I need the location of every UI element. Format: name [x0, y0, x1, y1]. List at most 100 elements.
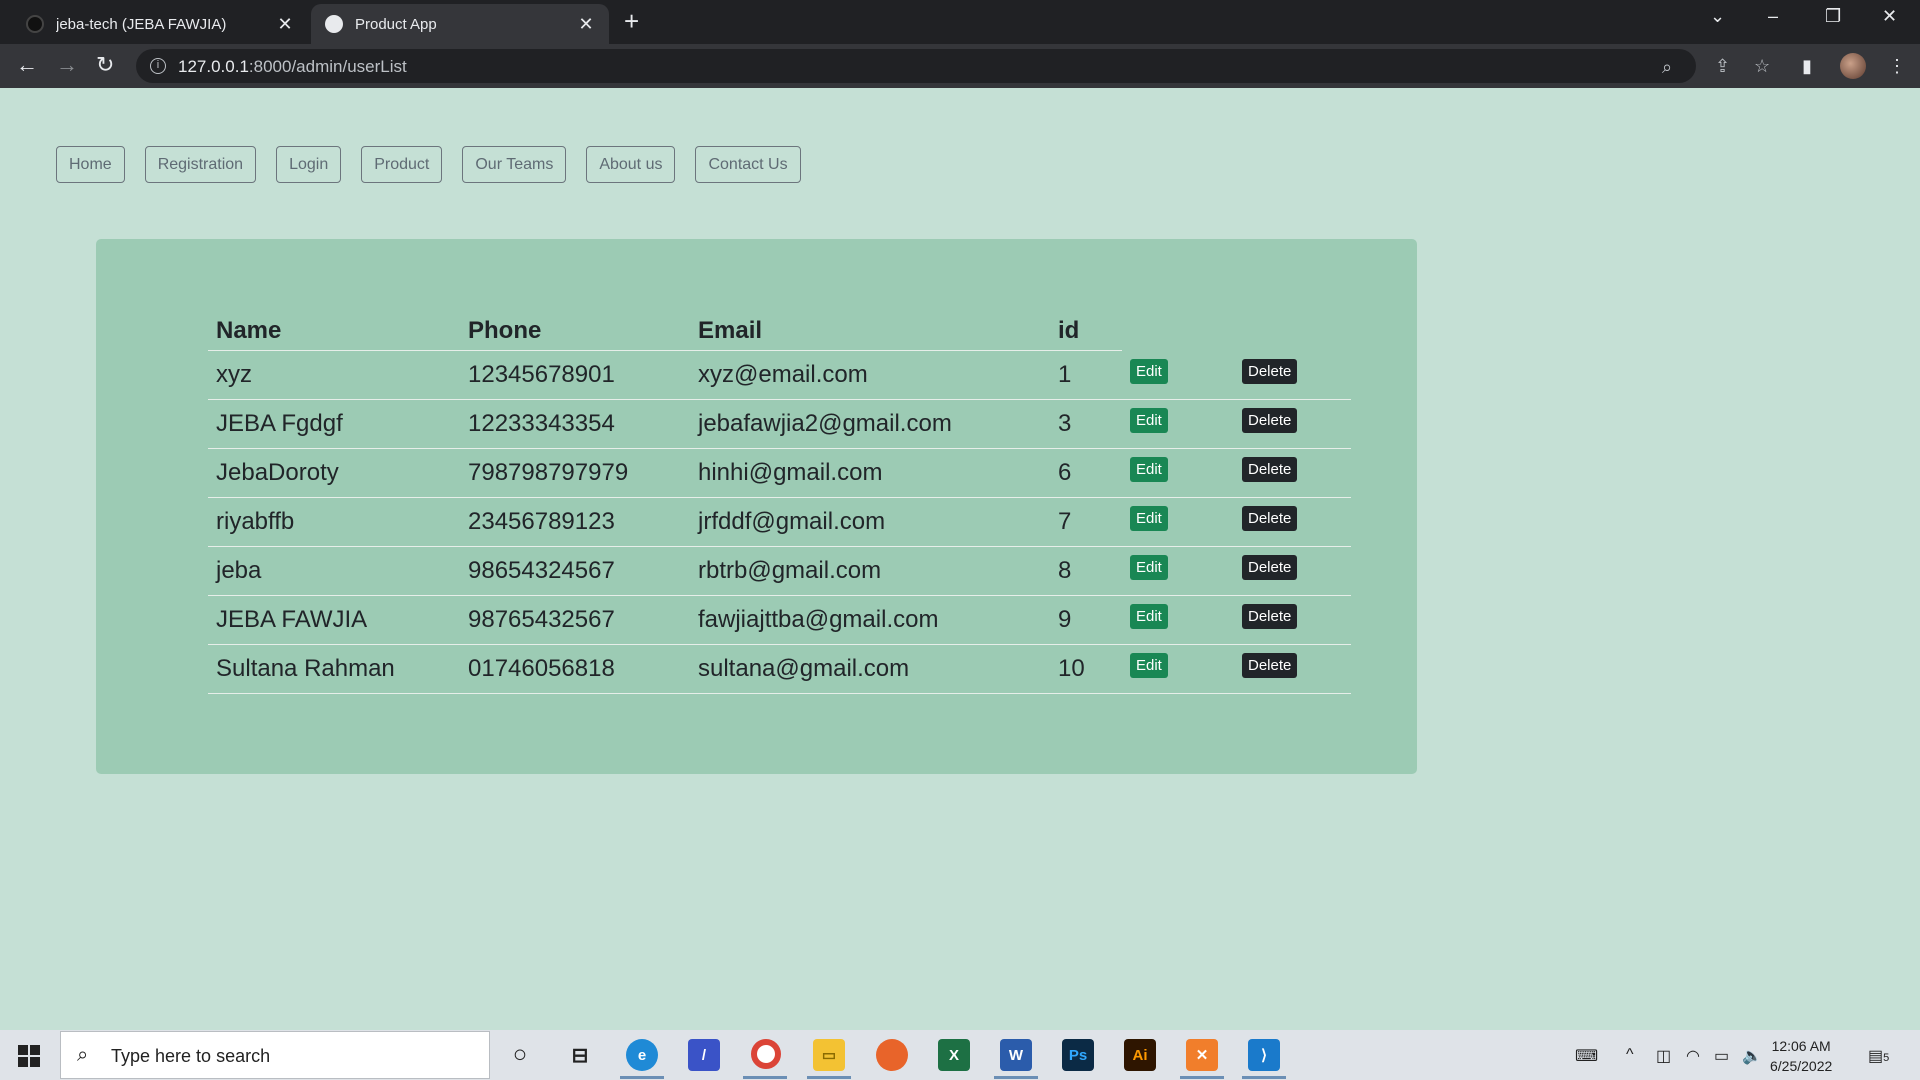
cell-name: JEBA Fgdgf: [208, 399, 460, 449]
cell-email: sultana@gmail.com: [690, 644, 1050, 694]
tray-chevron-icon[interactable]: ^: [1626, 1046, 1634, 1064]
nav-about-us-button[interactable]: About us: [586, 146, 676, 183]
tab-search-icon[interactable]: ⌄: [1710, 6, 1725, 27]
delete-button[interactable]: Delete: [1242, 408, 1298, 433]
wifi-icon[interactable]: ◠: [1686, 1046, 1700, 1066]
cell-edit: Edit: [1122, 644, 1234, 694]
zoom-icon[interactable]: ⌕: [1662, 57, 1672, 78]
cell-name: JEBA FAWJIA: [208, 595, 460, 645]
chrome-icon[interactable]: [751, 1039, 781, 1069]
bookmark-star-icon[interactable]: ☆: [1754, 56, 1770, 77]
edit-button[interactable]: Edit: [1130, 653, 1168, 678]
delete-button[interactable]: Delete: [1242, 604, 1298, 629]
edit-button[interactable]: Edit: [1130, 457, 1168, 482]
cell-id: 10: [1050, 644, 1122, 694]
cell-id: 6: [1050, 448, 1122, 498]
delete-button[interactable]: Delete: [1242, 555, 1298, 580]
chrome-running-indicator: [743, 1076, 787, 1079]
system-clock[interactable]: 12:06 AM 6/25/2022: [1770, 1036, 1832, 1076]
meet-now-icon[interactable]: ◫: [1656, 1046, 1671, 1066]
user-list-card: Name Phone Email id xyz 12345678901 xyz@em…: [96, 239, 1417, 774]
cortana-icon[interactable]: ○: [504, 1039, 536, 1071]
illustrator-icon[interactable]: Ai: [1124, 1039, 1156, 1071]
table-header-row: Name Phone Email id: [208, 304, 1351, 351]
cell-delete: Delete: [1234, 644, 1351, 694]
cell-id: 1: [1050, 350, 1122, 400]
url-text: 127.0.0.1:8000/admin/userList: [178, 57, 407, 77]
word-icon[interactable]: W: [1000, 1039, 1032, 1071]
cell-phone: 12345678901: [460, 350, 690, 400]
edit-button[interactable]: Edit: [1130, 358, 1168, 384]
close-icon[interactable]: ✕: [577, 14, 595, 35]
restore-icon[interactable]: ❐: [1825, 6, 1841, 27]
firefox-icon[interactable]: [876, 1039, 908, 1071]
windows-taskbar: ⌕ Type here to search ○ ⊟ e / ▭ X W Ps A…: [0, 1030, 1920, 1080]
taskbar-search-box[interactable]: ⌕ Type here to search: [60, 1031, 490, 1079]
address-bar[interactable]: i 127.0.0.1:8000/admin/userList ⌕: [136, 49, 1696, 83]
photoshop-icon[interactable]: Ps: [1062, 1039, 1094, 1071]
back-icon[interactable]: ←: [16, 54, 38, 76]
info-icon[interactable]: i: [150, 58, 166, 74]
edit-button[interactable]: Edit: [1130, 408, 1168, 433]
nav-product-button[interactable]: Product: [361, 146, 443, 183]
cell-edit: Edit: [1122, 595, 1234, 645]
edit-button[interactable]: Edit: [1130, 555, 1168, 580]
cell-id: 9: [1050, 595, 1122, 645]
vscode-icon[interactable]: ⟩: [1248, 1039, 1280, 1071]
cell-delete: Delete: [1234, 399, 1351, 449]
file-explorer-icon[interactable]: ▭: [813, 1039, 845, 1071]
header-email: Email: [690, 304, 1050, 351]
windows-start-icon[interactable]: [18, 1045, 40, 1067]
notification-icon[interactable]: ▤5: [1868, 1046, 1889, 1066]
table-row: JEBA Fgdgf 12233343354 jebafawjia2@gmail.c…: [208, 399, 1351, 449]
edit-button[interactable]: Edit: [1130, 604, 1168, 629]
cell-phone: 98765432567: [460, 595, 690, 645]
nav-registration-button[interactable]: Registration: [144, 146, 257, 183]
cell-delete: Delete: [1234, 350, 1351, 400]
clock-date: 6/25/2022: [1770, 1058, 1833, 1074]
xampp-icon[interactable]: ✕: [1186, 1039, 1218, 1071]
delete-button[interactable]: Delete: [1242, 358, 1298, 384]
delete-button[interactable]: Delete: [1242, 653, 1298, 678]
cell-id: 8: [1050, 546, 1122, 596]
cell-edit: Edit: [1122, 399, 1234, 449]
table-row: riyabffb 23456789123 jrfddf@gmail.com 7 Edit…: [208, 497, 1351, 547]
task-view-icon[interactable]: ⊟: [564, 1039, 596, 1071]
close-icon[interactable]: ✕: [276, 14, 294, 35]
cell-delete: Delete: [1234, 497, 1351, 547]
tab-product-app[interactable]: Product App ✕: [311, 4, 609, 44]
cell-email: rbtrb@gmail.com: [690, 546, 1050, 596]
delete-button[interactable]: Delete: [1242, 457, 1298, 482]
nav-login-button[interactable]: Login: [276, 146, 342, 183]
nav-our-teams-button[interactable]: Our Teams: [462, 146, 567, 183]
share-icon[interactable]: ⇪: [1715, 56, 1730, 77]
explorer-running-indicator: [807, 1076, 851, 1079]
cell-name: xyz: [208, 350, 460, 400]
profile-avatar[interactable]: [1840, 53, 1866, 79]
battery-icon[interactable]: ▭: [1714, 1046, 1729, 1066]
side-panel-icon[interactable]: ▮: [1802, 56, 1812, 77]
reload-icon[interactable]: ↻: [96, 54, 114, 76]
forward-icon[interactable]: →: [56, 54, 78, 76]
excel-icon[interactable]: X: [938, 1039, 970, 1071]
nav-contact-us-button[interactable]: Contact Us: [695, 146, 801, 183]
app-icon[interactable]: /: [688, 1039, 720, 1071]
edge-icon[interactable]: e: [626, 1039, 658, 1071]
cell-edit: Edit: [1122, 546, 1234, 596]
keyboard-icon[interactable]: ⌨: [1575, 1046, 1598, 1066]
cell-email: hinhi@gmail.com: [690, 448, 1050, 498]
nav-home-button[interactable]: Home: [56, 146, 125, 183]
browser-tab-bar: jeba-tech (JEBA FAWJIA) ✕ Product App ✕ …: [0, 0, 1920, 44]
minimize-icon[interactable]: –: [1768, 6, 1778, 27]
tab-title: jeba-tech (JEBA FAWJIA): [56, 15, 227, 33]
volume-icon[interactable]: 🔈: [1742, 1046, 1762, 1066]
new-tab-icon[interactable]: +: [624, 8, 639, 34]
table-row: jeba 98654324567 rbtrb@gmail.com 8 Edit Delet…: [208, 546, 1351, 596]
close-window-icon[interactable]: ✕: [1882, 6, 1897, 27]
delete-button[interactable]: Delete: [1242, 506, 1298, 531]
tab-github[interactable]: jeba-tech (JEBA FAWJIA) ✕: [12, 4, 308, 44]
cell-edit: Edit: [1122, 497, 1234, 547]
menu-kebab-icon[interactable]: ⋮: [1888, 56, 1906, 77]
search-icon: ⌕: [77, 1044, 89, 1066]
edit-button[interactable]: Edit: [1130, 506, 1168, 531]
